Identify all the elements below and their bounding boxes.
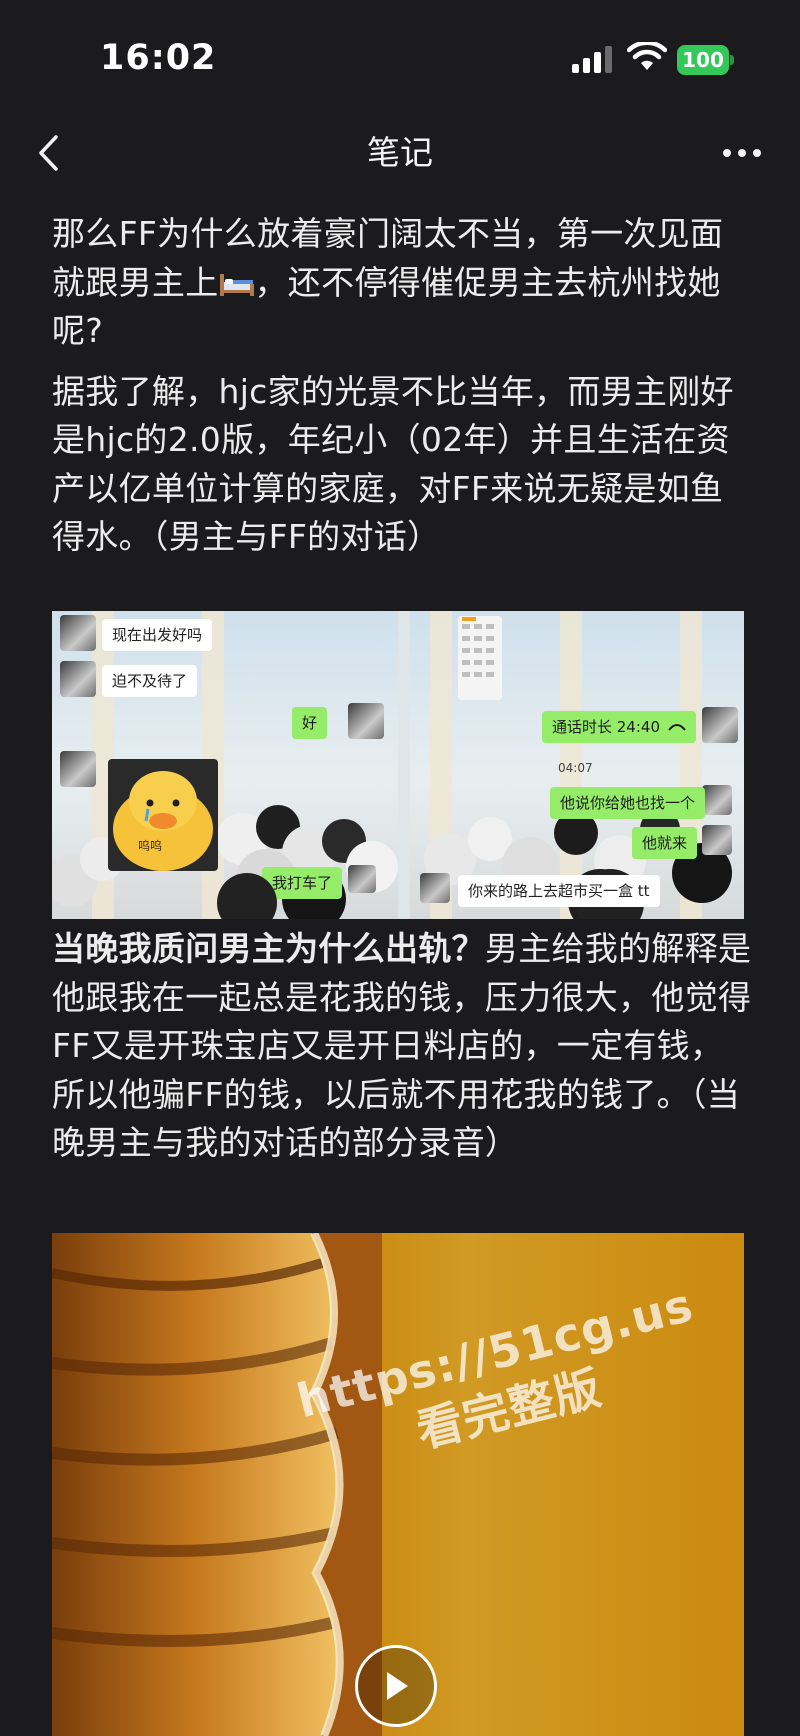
play-icon [387, 1672, 408, 1700]
paragraph-3-bold: 当晚我质问男主为什么出轨？ [52, 929, 485, 968]
play-button[interactable] [355, 1645, 437, 1727]
paragraph-3: 当晚我质问男主为什么出轨？男主给我的解释是他跟我在一起总是花我的钱，压力很大，他… [52, 925, 752, 1168]
chat-message: 他说你给她也找一个 [550, 787, 706, 819]
avatar [348, 865, 376, 893]
call-duration-text: 通话时长 24:40 [552, 718, 660, 736]
paragraph-1: 那么FF为什么放着豪门阔太不当，第一次见面就跟男主上 ，还不停得催促男主去杭州找她… [52, 210, 752, 356]
duck-sticker: 呜呜 [108, 759, 218, 871]
avatar [702, 785, 732, 815]
note-body-continued: 当晚我质问男主为什么出轨？男主给我的解释是他跟我在一起总是花我的钱，压力很大，他… [52, 925, 752, 1168]
avatar [702, 707, 738, 743]
wifi-icon [627, 42, 667, 70]
avatar [420, 873, 450, 903]
navigation-bar: 笔记 [0, 118, 800, 188]
note-body: 那么FF为什么放着豪门阔太不当，第一次见面就跟男主上 ，还不停得催促男主去杭州找她… [52, 210, 752, 562]
signal-icon [572, 46, 612, 73]
note-page: 16:02 100 笔记 那么FF为什么放着豪门阔太不当，第一次见面就跟男主上 … [0, 0, 800, 1736]
avatar [60, 615, 96, 651]
person-head-photo [217, 873, 277, 919]
message-timestamp: 04:07 [558, 761, 593, 775]
video-frame-fabric [52, 1233, 382, 1736]
status-bar: 16:02 100 [0, 0, 800, 118]
chat-panel-right: 通话时长 24:40 04:07 他说你给她也找一个 他就来 你来的路上去超市买… [410, 611, 744, 919]
battery-icon: 100 [677, 45, 734, 75]
phone-icon [668, 724, 686, 731]
avatar [60, 751, 96, 787]
chat-screenshot-image[interactable]: 现在出发好吗 迫不及待了 好 呜呜 我打车了 通话时长 24:40 04:07 … [52, 611, 744, 919]
chat-message: 迫不及待了 [102, 665, 198, 697]
avatar [348, 703, 384, 739]
call-duration-message: 通话时长 24:40 [542, 711, 696, 743]
chat-message: 你来的路上去超市买一盒 tt [458, 875, 660, 907]
contact-list-thumbnail [458, 616, 502, 700]
video-player[interactable]: https://51cg.us 看完整版 [52, 1233, 744, 1736]
avatar [702, 825, 732, 855]
sticker-caption: 呜呜 [138, 839, 163, 853]
chat-message: 好 [292, 707, 328, 739]
back-button[interactable] [28, 128, 68, 178]
status-time: 16:02 [100, 38, 217, 78]
chat-message: 现在出发好吗 [102, 619, 213, 651]
page-title: 笔记 [367, 133, 433, 172]
bed-emoji [219, 263, 255, 302]
chevron-left-icon [39, 135, 58, 171]
paragraph-2: 据我了解，hjc家的光景不比当年，而男主刚好是hjc的2.0版，年纪小（02年）… [52, 371, 734, 557]
battery-level: 100 [682, 48, 724, 72]
chat-panel-left: 现在出发好吗 迫不及待了 好 呜呜 我打车了 [52, 611, 398, 919]
more-button[interactable] [718, 136, 766, 170]
avatar [60, 661, 96, 697]
more-icon [723, 149, 761, 157]
